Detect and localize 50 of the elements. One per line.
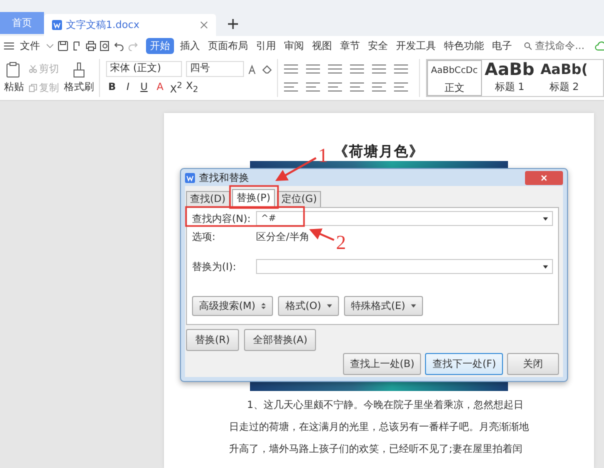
menu-tab[interactable]: 审阅	[282, 38, 306, 54]
body-text: 1、这几天心里颇不宁静。今晚在院子里坐着乘凉，忽然想起日	[246, 398, 524, 413]
menu-tab[interactable]: 视图	[310, 38, 334, 54]
dialog-button[interactable]: 查找下一处(F)	[425, 353, 503, 375]
replace-button[interactable]: 全部替换(A)	[244, 329, 316, 351]
menu-tab[interactable]: 章节	[338, 38, 362, 54]
style-preset[interactable]: AaBbCcDc 正文	[427, 60, 482, 96]
dialog-tab[interactable]: 替换(P)	[232, 189, 276, 207]
options-text: 区分全/半角	[256, 230, 310, 244]
step-number: 2	[336, 233, 346, 253]
format-button[interactable]: I	[122, 82, 134, 93]
replace-button[interactable]: 替换(R)	[186, 329, 239, 351]
menu-tab[interactable]: 页面布局	[206, 38, 250, 54]
font-size-field[interactable]: 四号	[186, 60, 244, 77]
body-text: 升高了，墙外马路上孩子们的欢笑，已经听不见了;妻在屋里拍着闰	[229, 442, 522, 457]
field-label: 替换为(I):	[192, 260, 238, 274]
field-label: 选项:	[192, 230, 216, 244]
dialog-tab[interactable]: 定位(G)	[277, 191, 321, 207]
field-label: 查找内容(N):	[192, 212, 252, 226]
document-tab[interactable]: 文字文稿1.docx	[44, 14, 216, 36]
find-input-field[interactable]: ^#	[256, 211, 553, 226]
style-preset[interactable]: AaBb( 标题 2	[537, 60, 591, 96]
paste-button[interactable]: 粘贴	[4, 62, 24, 94]
option-button[interactable]: 特殊格式(E)	[344, 296, 424, 316]
dialog-button[interactable]: 查找上一处(B)	[342, 353, 422, 375]
menu-tab[interactable]: 开发工具	[394, 38, 438, 54]
file-menu[interactable]: 文件	[18, 38, 42, 54]
option-button[interactable]: 高级搜索(M)	[192, 296, 274, 316]
style-preset[interactable]: AaBb 标题 1	[482, 60, 538, 96]
font-name-field[interactable]: 宋体 (正文)	[106, 60, 182, 77]
body-text: 日走过的荷塘，在这满月的光里，总该另有一番样子吧。月亮渐渐地	[229, 420, 529, 435]
menu-tab[interactable]: 插入	[178, 38, 202, 54]
format-button[interactable]: X$_{2}$	[186, 80, 198, 94]
menu-tab[interactable]: 安全	[366, 38, 390, 54]
menu-tab[interactable]: 开始	[146, 38, 174, 54]
format-painter-button[interactable]: 格式刷	[64, 62, 94, 94]
menu-tab[interactable]: 电子	[490, 38, 514, 54]
format-button[interactable]: X$^{2}$	[170, 80, 182, 96]
format-button[interactable]: U	[138, 82, 150, 93]
dialog-title: 查找和替换	[199, 172, 250, 184]
format-button[interactable]: B	[106, 82, 118, 93]
option-button[interactable]: 格式(O)	[278, 296, 340, 316]
dialog-tab[interactable]: 查找(D)	[186, 191, 230, 207]
dialog-button[interactable]: 关闭	[507, 353, 559, 375]
command-search-field[interactable]: 查找命令...	[524, 39, 585, 53]
format-button[interactable]: A	[154, 82, 166, 93]
tab-title: 文字文稿1.docx	[66, 18, 140, 32]
menu-tab[interactable]: 特色功能	[442, 38, 486, 54]
menu-tab[interactable]: 引用	[254, 38, 278, 54]
document-title: 《荷塘月色》	[334, 143, 424, 161]
